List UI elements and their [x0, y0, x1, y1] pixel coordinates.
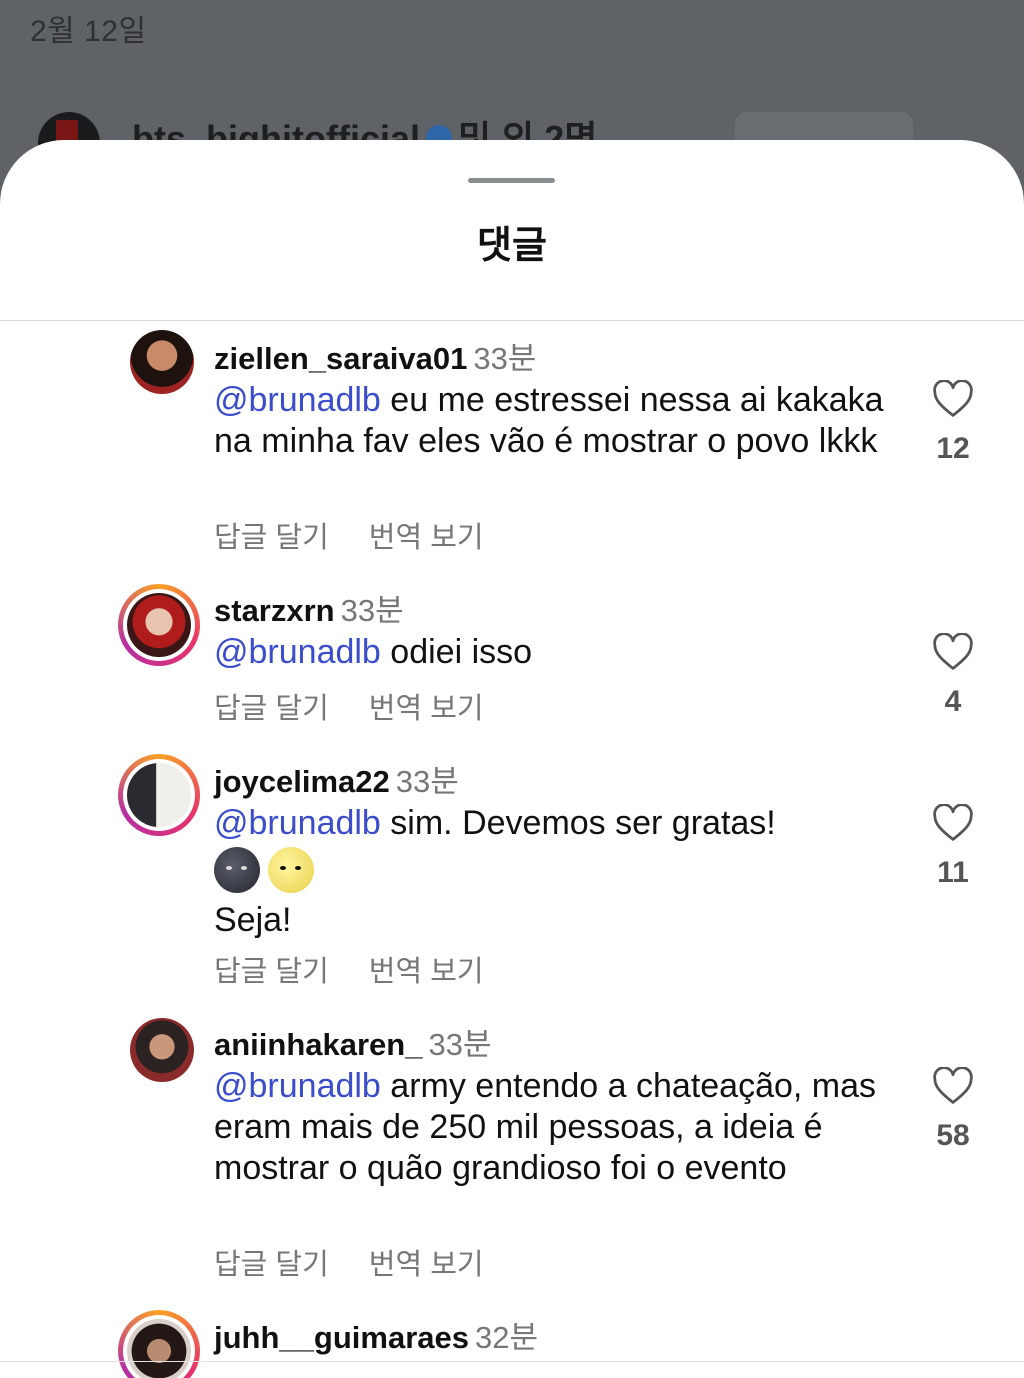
comment-time: 33분: [473, 341, 537, 376]
comment-actions: 답글 달기 번역 보기: [214, 685, 484, 727]
new-moon-face-icon: [214, 847, 260, 893]
comment-time: 33분: [395, 764, 459, 799]
comment-text: @brunadlb odiei isso: [214, 633, 533, 671]
reply-button[interactable]: 답글 달기: [214, 693, 329, 725]
comment-text: @brunadlb army entendo a chateação, mas …: [214, 1067, 877, 1187]
comment-mention[interactable]: @brunadlb: [214, 804, 381, 842]
commenter-avatar[interactable]: [118, 584, 200, 666]
comment-time: 33분: [340, 593, 404, 628]
reply-button[interactable]: 답글 달기: [214, 522, 329, 554]
comment-mention[interactable]: @brunadlb: [214, 633, 381, 671]
commenter-avatar[interactable]: [118, 754, 200, 836]
like-count: 11: [937, 856, 969, 889]
comment-username[interactable]: starzxrn 33분: [214, 585, 404, 630]
comment-time: 32분: [474, 1320, 538, 1355]
like-count: 4: [944, 685, 962, 718]
comment-mention[interactable]: @brunadlb: [214, 381, 381, 419]
commenter-avatar[interactable]: [118, 1310, 200, 1378]
comment-mention[interactable]: @brunadlb: [214, 1067, 381, 1105]
comment-text: @brunadlb sim. Devemos ser gratas! Seja!: [214, 803, 884, 941]
like-count: 12: [936, 432, 970, 465]
sheet-title: 댓글: [477, 225, 547, 267]
comment-text-line: Seja!: [214, 901, 292, 939]
emoji-row: [214, 846, 884, 894]
like-control: 58: [925, 1067, 981, 1153]
heart-icon[interactable]: [932, 804, 974, 842]
heart-icon[interactable]: [932, 1067, 974, 1105]
comment-text: @brunadlb eu me estressei nessa ai kakak…: [214, 381, 884, 460]
translate-button[interactable]: 번역 보기: [369, 956, 484, 988]
post-date: 2월 12일: [30, 15, 147, 48]
comment-actions: 답글 달기 번역 보기: [214, 948, 484, 990]
full-moon-face-icon: [268, 847, 314, 893]
comment-username[interactable]: ziellen_saraiva01 33분: [214, 333, 536, 378]
like-control: 12: [925, 380, 981, 466]
bottom-divider: [0, 1361, 1024, 1362]
comment-username[interactable]: juhh__guimaraes 32분: [214, 1312, 538, 1357]
header-divider: [0, 320, 1024, 321]
comment-username[interactable]: aniinhakaren_ 33분: [214, 1019, 492, 1064]
commenter-avatar[interactable]: [130, 330, 194, 394]
comment-actions: 답글 달기 번역 보기: [214, 514, 484, 556]
comments-sheet: 댓글 ziellen_saraiva01 33분 @brunadlb eu me …: [0, 140, 1024, 1378]
translate-button[interactable]: 번역 보기: [369, 522, 484, 554]
heart-icon[interactable]: [932, 380, 974, 418]
reply-button[interactable]: 답글 달기: [214, 1249, 329, 1281]
commenter-avatar[interactable]: [130, 1018, 194, 1082]
like-count: 58: [936, 1119, 970, 1152]
reply-button[interactable]: 답글 달기: [214, 956, 329, 988]
translate-button[interactable]: 번역 보기: [369, 1249, 484, 1281]
like-control: 11: [925, 804, 981, 890]
translate-button[interactable]: 번역 보기: [369, 693, 484, 725]
sheet-drag-handle[interactable]: [468, 178, 555, 183]
comment-actions: 답글 달기 번역 보기: [214, 1241, 484, 1283]
comment-time: 33분: [428, 1027, 492, 1062]
heart-icon[interactable]: [932, 633, 974, 671]
comment-username[interactable]: joycelima22 33분: [214, 756, 459, 801]
like-control: 4: [925, 633, 981, 719]
